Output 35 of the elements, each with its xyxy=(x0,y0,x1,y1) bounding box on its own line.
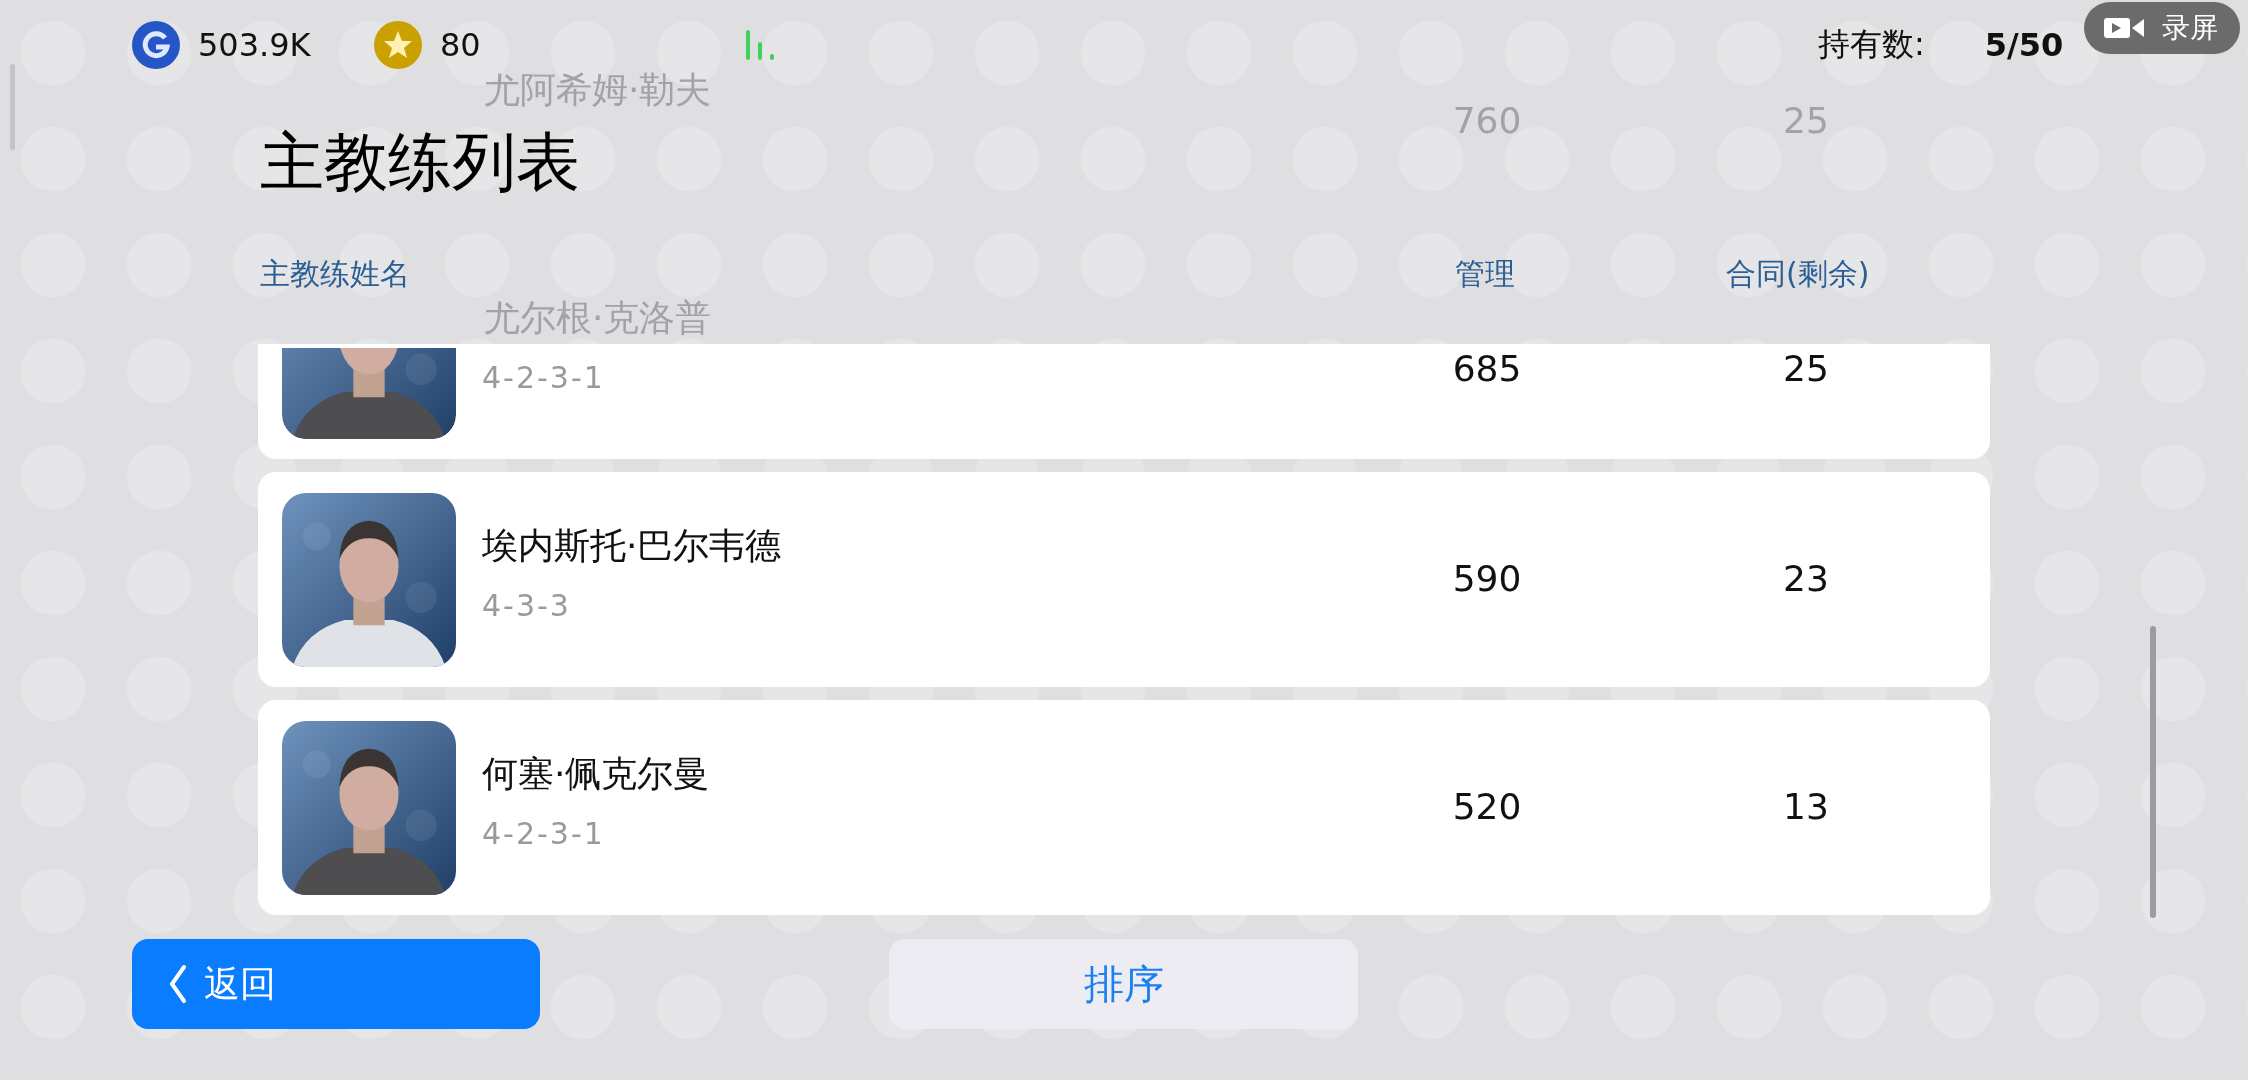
management-value: 590 xyxy=(1451,558,1523,599)
contract-value: 25 xyxy=(1782,100,1830,141)
g-coin-icon xyxy=(132,21,180,69)
contract-value: 23 xyxy=(1782,558,1830,599)
owned-label: 持有数: xyxy=(1818,24,1925,65)
management-value: 520 xyxy=(1451,786,1523,827)
formation: 4-2-3-1 xyxy=(482,360,605,396)
record-screen-button[interactable]: 录屏 xyxy=(2084,2,2240,54)
formation: 4-3-3 xyxy=(482,588,572,624)
sort-button[interactable]: 排序 xyxy=(889,939,1358,1029)
contract-value: 13 xyxy=(1782,786,1830,827)
column-header[interactable]: 管理 xyxy=(1455,254,1515,295)
scrollbar[interactable] xyxy=(10,64,15,150)
coach-card[interactable]: 何塞·佩克尔曼 4-2-3-1 520 13 xyxy=(258,700,1990,915)
management-value: 760 xyxy=(1451,100,1523,141)
column-header[interactable]: 合同(剩余) xyxy=(1726,254,1870,295)
video-camera-icon xyxy=(2104,15,2144,41)
scrollbar[interactable] xyxy=(2150,626,2156,918)
coach-name: 尤阿希姆·勒夫 xyxy=(484,70,712,110)
star-coin-icon xyxy=(374,21,422,69)
coach-name: 何塞·佩克尔曼 xyxy=(482,752,710,796)
management-value: 685 xyxy=(1451,348,1523,389)
page-title: 主教练列表 xyxy=(260,124,581,201)
chevron-left-icon xyxy=(168,964,188,1004)
coin-balance: 503.9K xyxy=(198,26,312,64)
coach-card[interactable]: 4-2-3-1 685 25 xyxy=(258,344,1990,459)
back-button[interactable]: 返回 xyxy=(132,939,540,1029)
coach-name: 尤尔根·克洛普 xyxy=(484,298,712,338)
contract-value: 25 xyxy=(1782,348,1830,389)
star-balance: 80 xyxy=(440,26,482,64)
column-header[interactable]: 主教练姓名 xyxy=(260,254,410,295)
formation: 4-2-3-1 xyxy=(482,816,606,852)
coach-card[interactable]: 埃内斯托·巴尔韦德 4-3-3 590 23 xyxy=(258,472,1990,687)
coach-name: 埃内斯托·巴尔韦德 xyxy=(482,524,782,568)
owned-count: 5/50 xyxy=(1984,26,2064,64)
